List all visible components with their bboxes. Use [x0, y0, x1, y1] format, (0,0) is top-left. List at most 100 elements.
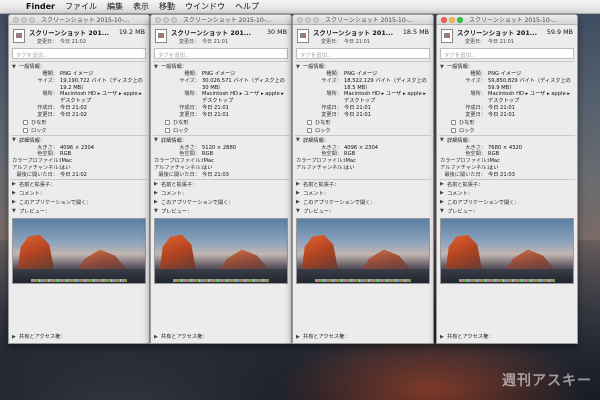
section-comments[interactable]: ▶ コメント：: [437, 189, 577, 198]
disclosure-right-icon[interactable]: ▶: [12, 334, 17, 340]
window-titlebar[interactable]: スクリーンショット 2015-10-...: [437, 15, 577, 25]
zoom-button[interactable]: [171, 16, 177, 23]
tags-input[interactable]: タグを追加...: [296, 48, 430, 59]
section-sharing[interactable]: ▶ 共有とアクセス権：: [151, 332, 291, 341]
section-preview[interactable]: ▼ プレビュー：: [151, 207, 291, 216]
section-comments[interactable]: ▶ コメント：: [151, 189, 291, 198]
window-titlebar[interactable]: スクリーンショット 2015-10-...: [293, 15, 433, 25]
section-name-ext[interactable]: ▶ 名前と拡張子：: [9, 180, 149, 189]
disclosure-right-icon[interactable]: ▶: [154, 199, 159, 205]
locked-checkbox[interactable]: ロック: [9, 127, 149, 135]
window-titlebar[interactable]: スクリーンショット 2015-10-...: [151, 15, 291, 25]
disclosure-right-icon[interactable]: ▶: [154, 190, 159, 196]
section-general[interactable]: ▼ 一般情報：: [293, 62, 433, 71]
section-more-info[interactable]: ▼ 詳細情報：: [293, 136, 433, 145]
section-more-info[interactable]: ▼ 詳細情報：: [437, 136, 577, 145]
minimize-button[interactable]: [305, 16, 311, 23]
zoom-button[interactable]: [457, 16, 463, 23]
disclosure-down-icon[interactable]: ▼: [296, 64, 301, 70]
info-window[interactable]: スクリーンショット 2015-10-... スクリーンショット 201... 1…: [292, 14, 434, 344]
disclosure-right-icon[interactable]: ▶: [12, 199, 17, 205]
minimize-button[interactable]: [21, 16, 27, 23]
stationery-checkbox[interactable]: ひな形: [437, 119, 577, 127]
section-more-info[interactable]: ▼ 詳細情報：: [151, 136, 291, 145]
section-open-with[interactable]: ▶ このアプリケーションで開く：: [293, 198, 433, 207]
minimize-button[interactable]: [163, 16, 169, 23]
stationery-checkbox[interactable]: ひな形: [293, 119, 433, 127]
disclosure-right-icon[interactable]: ▶: [440, 190, 445, 196]
disclosure-down-icon[interactable]: ▼: [12, 137, 17, 143]
menubar-app-finder[interactable]: Finder: [26, 2, 55, 11]
checkbox-box[interactable]: [451, 128, 456, 134]
close-button[interactable]: [13, 16, 19, 23]
checkbox-box[interactable]: [23, 120, 28, 126]
disclosure-right-icon[interactable]: ▶: [296, 190, 301, 196]
disclosure-down-icon[interactable]: ▼: [440, 64, 445, 70]
disclosure-down-icon[interactable]: ▼: [154, 137, 159, 143]
info-window[interactable]: スクリーンショット 2015-10-... スクリーンショット 201... 3…: [150, 14, 292, 344]
minimize-button[interactable]: [449, 16, 455, 23]
checkbox-box[interactable]: [451, 120, 456, 126]
menu-go[interactable]: 移動: [159, 1, 175, 12]
close-button[interactable]: [441, 16, 447, 23]
disclosure-down-icon[interactable]: ▼: [12, 208, 17, 214]
stationery-checkbox[interactable]: ひな形: [9, 119, 149, 127]
checkbox-box[interactable]: [307, 128, 312, 134]
disclosure-down-icon[interactable]: ▼: [154, 208, 159, 214]
section-comments[interactable]: ▶ コメント：: [9, 189, 149, 198]
disclosure-right-icon[interactable]: ▶: [440, 199, 445, 205]
disclosure-right-icon[interactable]: ▶: [154, 334, 159, 340]
disclosure-right-icon[interactable]: ▶: [440, 334, 445, 340]
disclosure-right-icon[interactable]: ▶: [12, 190, 17, 196]
section-sharing[interactable]: ▶ 共有とアクセス権：: [9, 332, 149, 341]
section-open-with[interactable]: ▶ このアプリケーションで開く：: [9, 198, 149, 207]
info-window[interactable]: スクリーンショット 2015-10-... スクリーンショット 201... 5…: [436, 14, 578, 344]
checkbox-box[interactable]: [23, 128, 28, 134]
close-button[interactable]: [297, 16, 303, 23]
tags-input[interactable]: タグを追加...: [440, 48, 574, 59]
locked-checkbox[interactable]: ロック: [437, 127, 577, 135]
checkbox-box[interactable]: [165, 128, 170, 134]
disclosure-down-icon[interactable]: ▼: [440, 137, 445, 143]
menu-help[interactable]: ヘルプ: [235, 1, 259, 12]
disclosure-down-icon[interactable]: ▼: [296, 137, 301, 143]
section-name-ext[interactable]: ▶ 名前と拡張子：: [293, 180, 433, 189]
window-titlebar[interactable]: スクリーンショット 2015-10-...: [9, 15, 149, 25]
zoom-button[interactable]: [313, 16, 319, 23]
section-name-ext[interactable]: ▶ 名前と拡張子：: [151, 180, 291, 189]
section-preview[interactable]: ▼ プレビュー：: [437, 207, 577, 216]
section-open-with[interactable]: ▶ このアプリケーションで開く：: [437, 198, 577, 207]
disclosure-right-icon[interactable]: ▶: [12, 181, 17, 187]
disclosure-down-icon[interactable]: ▼: [296, 208, 301, 214]
section-open-with[interactable]: ▶ このアプリケーションで開く：: [151, 198, 291, 207]
menu-window[interactable]: ウインドウ: [185, 1, 225, 12]
disclosure-down-icon[interactable]: ▼: [12, 64, 17, 70]
section-general[interactable]: ▼ 一般情報：: [437, 62, 577, 71]
section-preview[interactable]: ▼ プレビュー：: [9, 207, 149, 216]
section-sharing[interactable]: ▶ 共有とアクセス権：: [437, 332, 577, 341]
disclosure-right-icon[interactable]: ▶: [296, 334, 301, 340]
checkbox-box[interactable]: [165, 120, 170, 126]
menu-file[interactable]: ファイル: [65, 1, 97, 12]
section-general[interactable]: ▼ 一般情報：: [9, 62, 149, 71]
locked-checkbox[interactable]: ロック: [293, 127, 433, 135]
locked-checkbox[interactable]: ロック: [151, 127, 291, 135]
disclosure-right-icon[interactable]: ▶: [296, 199, 301, 205]
disclosure-right-icon[interactable]: ▶: [296, 181, 301, 187]
stationery-checkbox[interactable]: ひな形: [151, 119, 291, 127]
tags-input[interactable]: タグを追加...: [12, 48, 146, 59]
section-sharing[interactable]: ▶ 共有とアクセス権：: [293, 332, 433, 341]
menu-edit[interactable]: 編集: [107, 1, 123, 12]
section-general[interactable]: ▼ 一般情報：: [151, 62, 291, 71]
menu-view[interactable]: 表示: [133, 1, 149, 12]
zoom-button[interactable]: [29, 16, 35, 23]
section-preview[interactable]: ▼ プレビュー：: [293, 207, 433, 216]
section-name-ext[interactable]: ▶ 名前と拡張子：: [437, 180, 577, 189]
info-window[interactable]: スクリーンショット 2015-10-... スクリーンショット 201... 1…: [8, 14, 150, 344]
disclosure-right-icon[interactable]: ▶: [440, 181, 445, 187]
disclosure-down-icon[interactable]: ▼: [154, 64, 159, 70]
section-more-info[interactable]: ▼ 詳細情報：: [9, 136, 149, 145]
close-button[interactable]: [155, 16, 161, 23]
tags-input[interactable]: タグを追加...: [154, 48, 288, 59]
section-comments[interactable]: ▶ コメント：: [293, 189, 433, 198]
